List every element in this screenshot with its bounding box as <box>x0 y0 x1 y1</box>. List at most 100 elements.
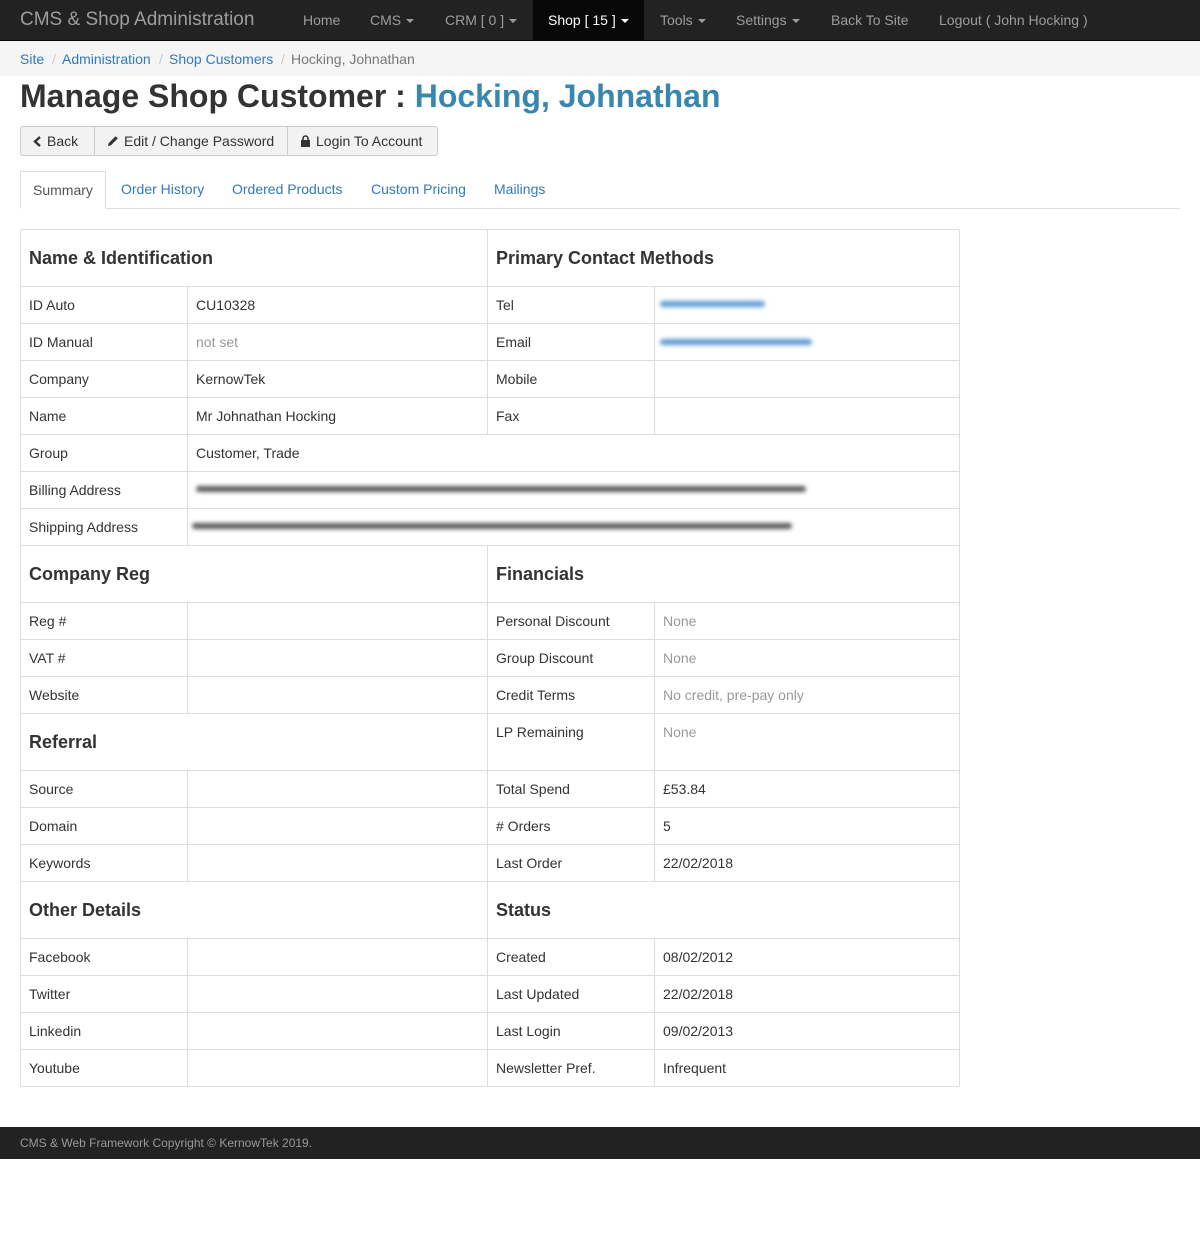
column-divider <box>187 771 188 882</box>
field-label: Fax <box>496 408 520 424</box>
tab-summary-label: Summary <box>33 182 93 198</box>
nav-crm[interactable]: CRM [ 0 ] <box>445 0 518 40</box>
field-label: Last Login <box>496 1023 561 1039</box>
field-label: Company <box>29 371 89 387</box>
row-divider <box>21 1049 959 1050</box>
field-value-group: Customer, Trade <box>196 445 300 461</box>
field-label: Reg # <box>29 613 67 629</box>
page-footer: CMS & Web Framework Copyright © KernowTe… <box>0 1127 1200 1159</box>
back-button-label: Back <box>47 133 79 149</box>
login-to-account-button[interactable]: Login To Account <box>287 126 438 156</box>
row-divider <box>21 545 959 546</box>
column-divider <box>187 287 188 546</box>
nav-tools[interactable]: Tools <box>660 0 706 40</box>
edit-password-button-label: Edit / Change Password <box>124 133 275 149</box>
field-value-last-order: 22/02/2018 <box>663 855 734 871</box>
tab-custom-pricing-label: Custom Pricing <box>371 181 466 197</box>
tab-mailings-label: Mailings <box>494 181 546 197</box>
field-label: Last Order <box>496 855 563 871</box>
field-label: Mobile <box>496 371 538 387</box>
breadcrumb-site[interactable]: Site <box>20 51 44 67</box>
field-value-last-login: 09/02/2013 <box>663 1023 734 1039</box>
field-label: Email <box>496 334 532 350</box>
field-value-group-discount: None <box>663 650 697 666</box>
field-label: Group Discount <box>496 650 594 666</box>
field-label: ID Auto <box>29 297 75 313</box>
tab-summary[interactable]: Summary <box>20 171 106 209</box>
row-divider <box>21 602 959 603</box>
chevron-left-icon <box>33 136 41 147</box>
breadcrumb-shop-customers[interactable]: Shop Customers <box>169 51 273 67</box>
chevron-down-icon <box>697 19 706 24</box>
edit-password-button[interactable]: Edit / Change Password <box>94 126 288 156</box>
nav-back-to-site-label: Back To Site <box>831 12 909 28</box>
section-heading-company-reg: Company Reg <box>29 564 151 584</box>
row-divider <box>21 844 959 845</box>
tab-mailings[interactable]: Mailings <box>482 171 557 209</box>
nav-home-label: Home <box>303 12 341 28</box>
row-divider <box>21 1012 959 1013</box>
nav-logout[interactable]: Logout ( John Hocking ) <box>939 0 1088 40</box>
breadcrumb-administration[interactable]: Administration <box>62 51 151 67</box>
field-label: LP Remaining <box>496 724 584 740</box>
field-value-credit-terms: No credit, pre-pay only <box>663 687 804 703</box>
row-divider <box>21 471 959 472</box>
row-divider <box>21 286 959 287</box>
tab-custom-pricing[interactable]: Custom Pricing <box>359 171 478 209</box>
row-divider <box>21 676 959 677</box>
brand-title[interactable]: CMS & Shop Administration <box>20 9 254 31</box>
section-heading-contact: Primary Contact Methods <box>496 248 715 268</box>
field-label: Billing Address <box>29 482 121 498</box>
top-navbar: CMS & Shop Administration Home CMS CRM [… <box>0 0 1200 41</box>
field-label: Last Updated <box>496 986 580 1002</box>
row-divider <box>21 639 959 640</box>
field-label: Twitter <box>29 986 71 1002</box>
column-divider <box>654 939 655 1086</box>
column-divider <box>187 603 188 714</box>
field-label: Total Spend <box>496 781 570 797</box>
field-label: Newsletter Pref. <box>496 1060 596 1076</box>
row-divider <box>21 770 959 771</box>
field-label: Group <box>29 445 68 461</box>
field-value-name: Mr Johnathan Hocking <box>196 408 337 424</box>
field-label: Domain <box>29 818 78 834</box>
chevron-down-icon <box>620 19 629 24</box>
breadcrumb-current: Hocking, Johnathan <box>291 51 415 67</box>
customer-summary-panel <box>20 229 960 1087</box>
page-title-prefix: Manage Shop Customer : <box>20 78 415 114</box>
field-label: Source <box>29 781 74 797</box>
column-divider <box>487 546 488 1086</box>
field-label: Linkedin <box>29 1023 82 1039</box>
breadcrumb-separator: / <box>159 51 163 67</box>
field-label: Facebook <box>29 949 91 965</box>
breadcrumb: Site / Administration / Shop Customers /… <box>0 41 1200 76</box>
field-label: Created <box>496 949 546 965</box>
tab-order-history[interactable]: Order History <box>109 171 216 209</box>
breadcrumb-separator: / <box>281 51 285 67</box>
section-heading-financials: Financials <box>496 564 585 584</box>
row-divider <box>21 508 959 509</box>
section-heading-other-details: Other Details <box>29 900 142 920</box>
tab-ordered-products-label: Ordered Products <box>232 181 343 197</box>
field-label: Personal Discount <box>496 613 610 629</box>
nav-back-to-site[interactable]: Back To Site <box>831 0 909 40</box>
section-heading-referral: Referral <box>29 732 98 752</box>
field-value-total-spend: £53.84 <box>663 781 706 797</box>
back-button[interactable]: Back <box>20 126 95 156</box>
nav-settings[interactable]: Settings <box>736 0 800 40</box>
tab-ordered-products[interactable]: Ordered Products <box>220 171 355 209</box>
field-value-created: 08/02/2012 <box>663 949 734 965</box>
row-divider <box>21 360 959 361</box>
lock-icon <box>301 135 310 147</box>
nav-crm-label: CRM [ 0 ] <box>445 12 505 28</box>
section-heading-status: Status <box>496 900 552 920</box>
nav-cms[interactable]: CMS <box>370 0 415 40</box>
redacted-shipping-address <box>192 523 792 529</box>
breadcrumb-separator: / <box>52 51 56 67</box>
row-divider <box>21 323 959 324</box>
redacted-billing-address <box>196 486 806 492</box>
pencil-icon <box>108 136 118 146</box>
nav-shop[interactable]: Shop [ 15 ] <box>533 0 644 40</box>
nav-home[interactable]: Home <box>303 0 340 40</box>
field-value-last-updated: 22/02/2018 <box>663 986 734 1002</box>
